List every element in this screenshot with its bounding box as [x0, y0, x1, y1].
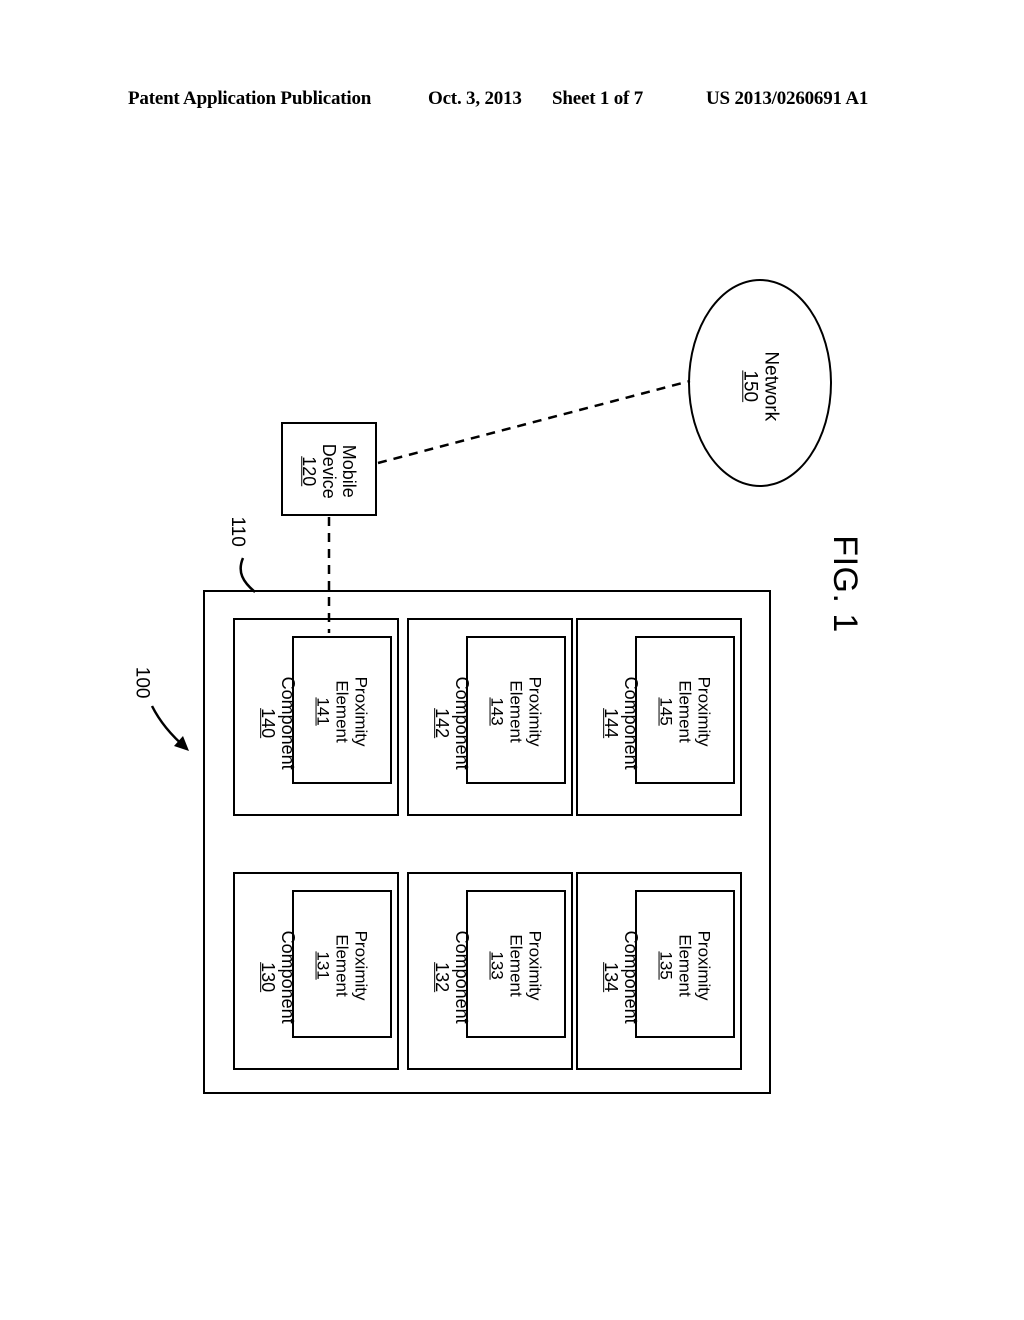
proximity-reference: 133	[487, 951, 507, 980]
proximity-element-label: Proximity Element 145	[656, 637, 713, 787]
header-publication-number: US 2013/0260691 A1	[706, 88, 869, 109]
proximity-name-line2: Element	[675, 680, 695, 743]
apparatus-outer-box: Component 140 Proximity Element 141 Comp…	[203, 590, 771, 1094]
proximity-reference: 141	[313, 697, 333, 726]
proximity-name-line1: Proximity	[525, 676, 545, 747]
proximity-name-line2: Element	[332, 680, 352, 743]
proximity-name-line1: Proximity	[694, 676, 714, 747]
proximity-name-line2: Element	[675, 934, 695, 997]
leader-line-100	[150, 705, 187, 749]
proximity-name-line2: Element	[506, 680, 526, 743]
header-publication-title: Patent Application Publication	[128, 88, 372, 109]
proximity-element-box: Proximity Element 133	[466, 890, 566, 1038]
network-reference: 150	[739, 370, 760, 403]
leader-line-110	[239, 557, 256, 593]
proximity-name-line1: Proximity	[351, 676, 371, 747]
header-date: Oct. 3, 2013	[428, 88, 522, 109]
proximity-name-line2: Element	[332, 934, 352, 997]
proximity-reference: 145	[656, 697, 676, 726]
proximity-element-label: Proximity Element 141	[313, 637, 370, 787]
component-box: Component 142 Proximity Element 143	[407, 618, 573, 816]
component-reference: 134	[601, 962, 621, 993]
proximity-element-label: Proximity Element 135	[656, 891, 713, 1041]
proximity-element-label: Proximity Element 133	[487, 891, 544, 1041]
proximity-name-line1: Proximity	[525, 930, 545, 1001]
proximity-element-label: Proximity Element 143	[487, 637, 544, 787]
component-reference: 130	[258, 962, 278, 993]
mobile-device-node: Mobile Device 120	[281, 422, 377, 516]
mobile-device-label: Mobile Device 120	[299, 411, 359, 531]
proximity-reference: 131	[313, 951, 333, 980]
apparatus-reference-label: 110	[226, 516, 248, 547]
component-reference: 132	[432, 962, 452, 993]
component-box: Component 132 Proximity Element 133	[407, 872, 573, 1070]
proximity-element-box: Proximity Element 141	[292, 636, 392, 784]
proximity-name-line1: Proximity	[351, 930, 371, 1001]
system-reference-label: 100	[131, 666, 153, 699]
component-box: Component 140 Proximity Element 141	[233, 618, 399, 816]
mobile-device-name-line1: Mobile	[339, 444, 360, 498]
mobile-device-reference: 120	[298, 456, 319, 487]
proximity-element-box: Proximity Element 131	[292, 890, 392, 1038]
connector-mobile-to-network	[377, 379, 691, 465]
network-node: Network 150	[688, 279, 832, 487]
page-header: Patent Application Publication Oct. 3, 2…	[0, 88, 1024, 118]
proximity-element-box: Proximity Element 145	[635, 636, 735, 784]
network-name: Network	[760, 351, 782, 422]
header-sheet-number: Sheet 1 of 7	[552, 88, 644, 109]
component-reference: 144	[601, 708, 621, 739]
leader-arrowhead-100	[174, 736, 189, 751]
proximity-element-label: Proximity Element 131	[313, 891, 370, 1041]
patent-figure-page: Patent Application Publication Oct. 3, 2…	[0, 0, 1024, 1320]
component-reference: 140	[258, 708, 278, 739]
mobile-device-name-line2: Device	[319, 443, 340, 499]
network-label: Network 150	[739, 306, 782, 466]
proximity-element-box: Proximity Element 143	[466, 636, 566, 784]
component-box: Component 134 Proximity Element 135	[576, 872, 742, 1070]
component-box: Component 144 Proximity Element 145	[576, 618, 742, 816]
proximity-reference: 135	[656, 951, 676, 980]
figure-label: FIG. 1	[826, 535, 865, 633]
proximity-reference: 143	[487, 697, 507, 726]
proximity-name-line1: Proximity	[694, 930, 714, 1001]
proximity-element-box: Proximity Element 135	[635, 890, 735, 1038]
proximity-name-line2: Element	[506, 934, 526, 997]
component-box: Component 130 Proximity Element 131	[233, 872, 399, 1070]
component-reference: 142	[432, 708, 452, 739]
